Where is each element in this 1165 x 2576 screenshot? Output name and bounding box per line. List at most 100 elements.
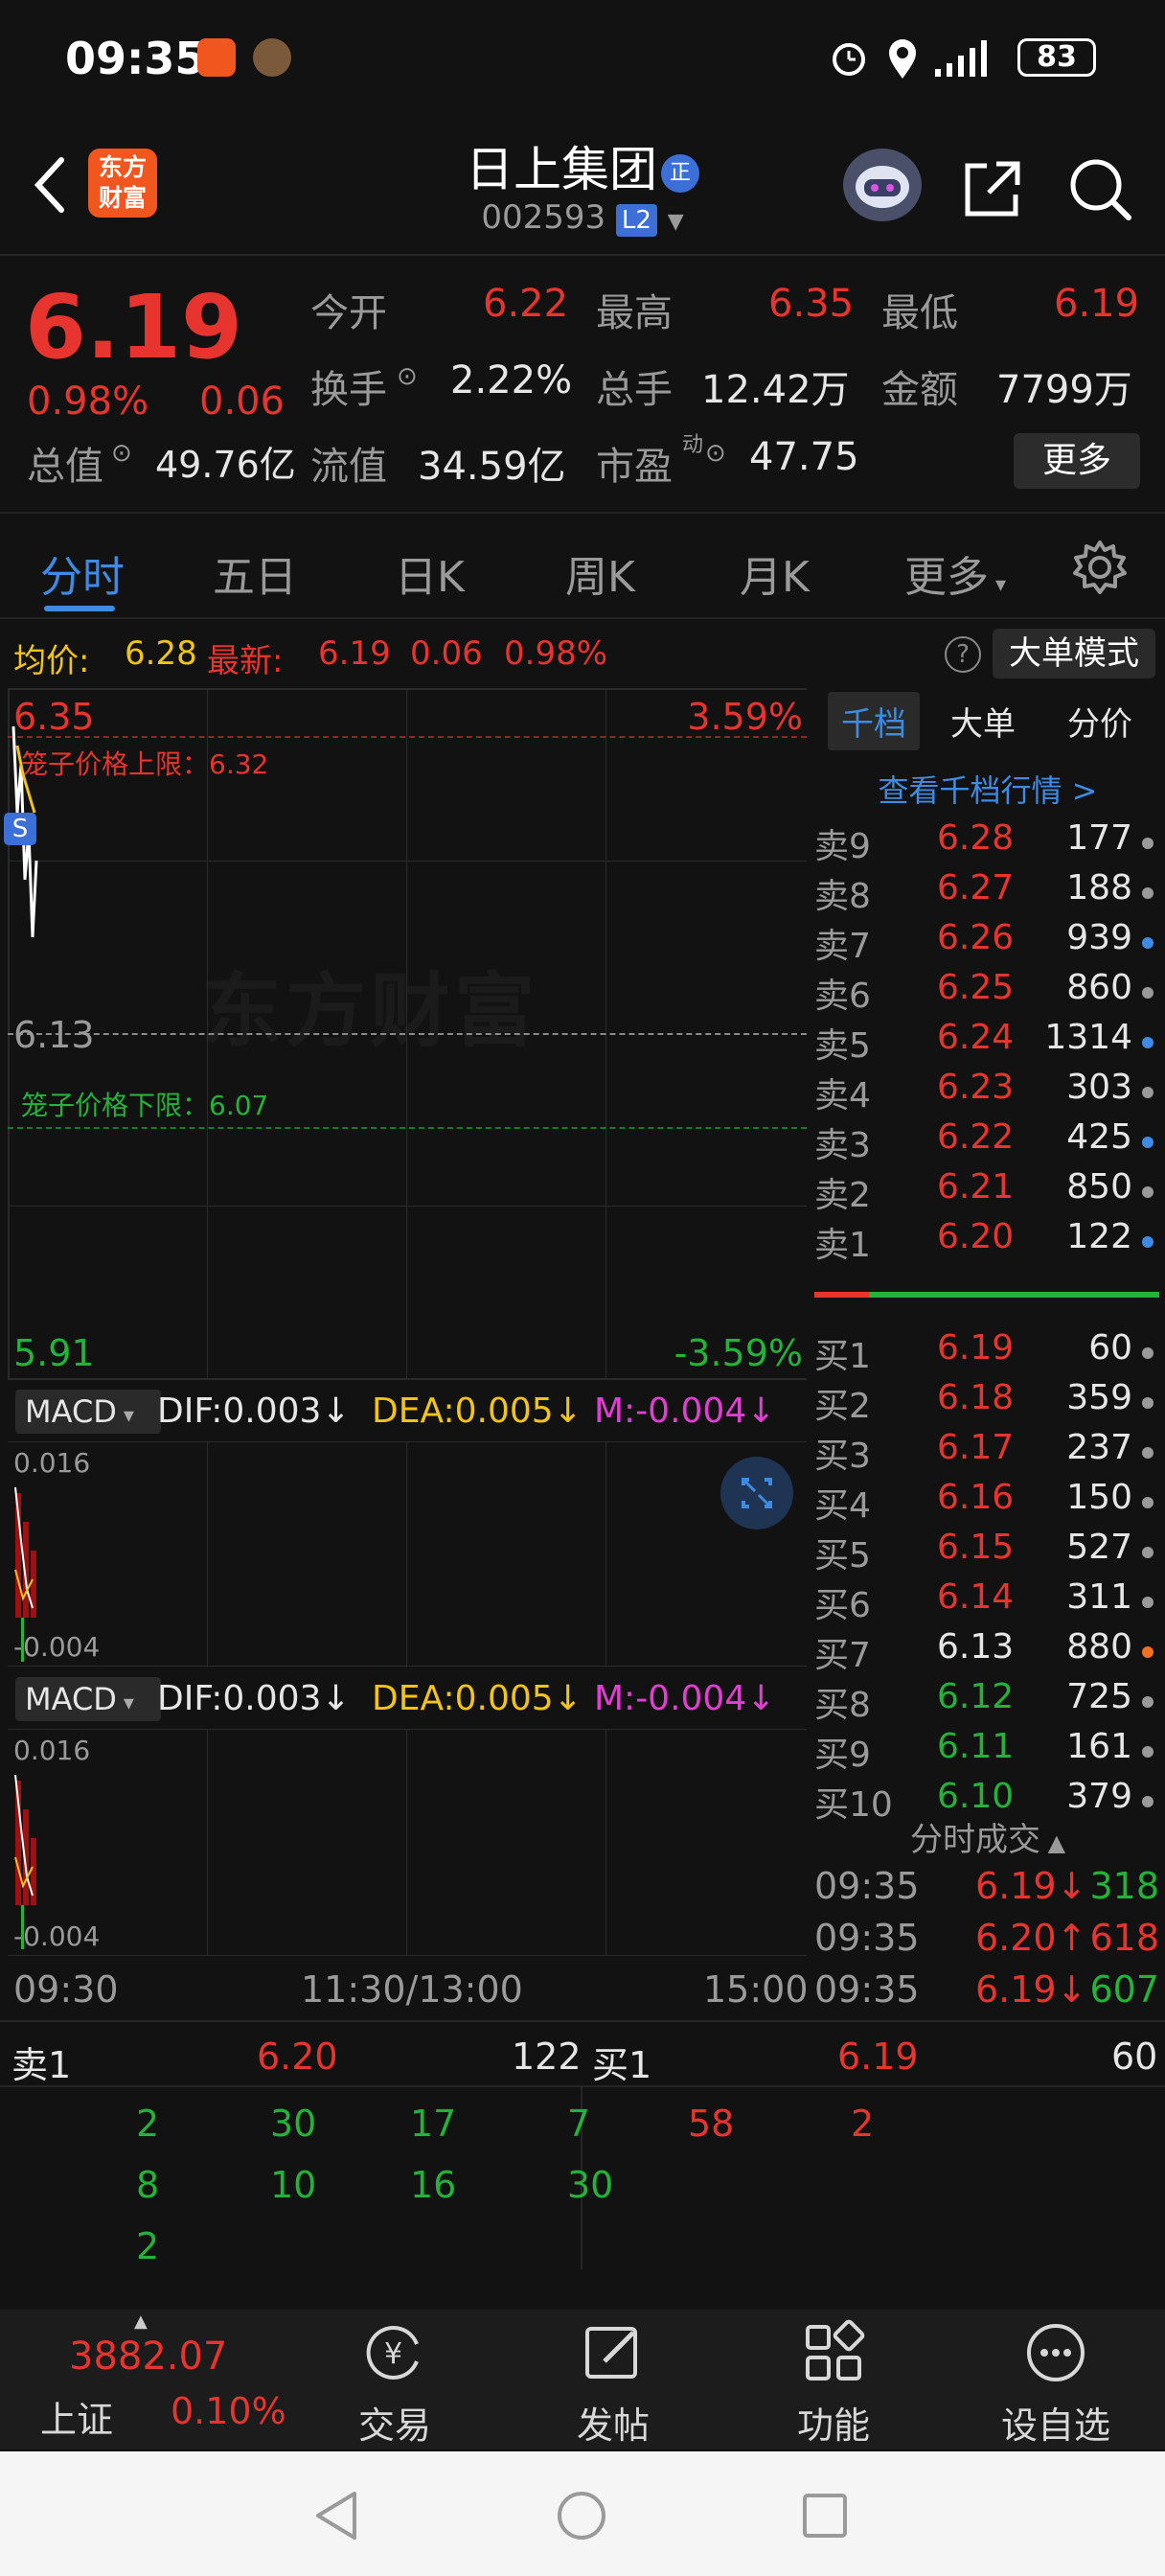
high-value: 6.35: [768, 282, 855, 326]
more-button[interactable]: 更多: [1014, 433, 1140, 489]
intraday-chart[interactable]: 东方财富 6.35 3.59% 笼子价格上限：6.32 6.13 笼子价格下限：…: [0, 688, 809, 2020]
settings-gear-icon[interactable]: [1071, 539, 1129, 596]
nav-post[interactable]: 发帖: [537, 2319, 690, 2449]
ask-row[interactable]: 卖4 6.23 303: [811, 1068, 1165, 1117]
bid-row[interactable]: 买2 6.18 359: [811, 1378, 1165, 1428]
bid-price: 6.18: [937, 1378, 1015, 1417]
bid-row[interactable]: 买6 6.14 311: [811, 1577, 1165, 1627]
tab-more[interactable]: 更多 ▾: [904, 542, 1006, 604]
tab-weekly-k[interactable]: 周K: [565, 542, 635, 604]
bid-price: 6.14: [937, 1577, 1015, 1617]
ask-level-label: 卖3: [814, 1126, 871, 1165]
bid-row[interactable]: 买9 6.11 161: [811, 1727, 1165, 1777]
bid-volume: 237: [1066, 1428, 1132, 1467]
system-back-icon[interactable]: [312, 2490, 360, 2542]
tab-thousand-levels[interactable]: 千档: [828, 692, 920, 750]
macd-indicator-select[interactable]: MACD ▾: [15, 1390, 161, 1434]
tab-daily-k[interactable]: 日K: [395, 542, 465, 604]
low-label: 最低: [881, 291, 958, 335]
sell-marker-icon[interactable]: S: [4, 813, 36, 845]
ask-row[interactable]: 卖1 6.20 122: [811, 1217, 1165, 1267]
bid-volume: 527: [1066, 1528, 1132, 1567]
bid-volume: 60: [1088, 1328, 1132, 1368]
queue-sell-label: 卖1: [11, 2044, 72, 2086]
bid-level-label: 买2: [814, 1387, 871, 1426]
status-dot-icon: [1142, 937, 1154, 949]
bid-row[interactable]: 买7 6.13 880: [811, 1627, 1165, 1677]
tick-trades-title[interactable]: 分时成交 ▲: [811, 1813, 1165, 1860]
ask-level-label: 卖9: [814, 827, 871, 866]
tick-time: 09:35: [814, 1968, 920, 2011]
ask-row[interactable]: 卖5 6.24 1314: [811, 1018, 1165, 1068]
system-recents-icon[interactable]: [801, 2492, 849, 2540]
chevron-up-icon: ▲: [134, 2312, 148, 2332]
info-icon[interactable]: ⊙: [705, 439, 726, 468]
tab-big-orders[interactable]: 大单: [950, 698, 1016, 745]
macd-indicator-select[interactable]: MACD ▾: [15, 1677, 161, 1721]
bid-volume: 150: [1066, 1478, 1132, 1517]
bid-row[interactable]: 买8 6.12 725: [811, 1677, 1165, 1727]
ask-row[interactable]: 卖7 6.26 939: [811, 918, 1165, 968]
bid-row[interactable]: 买4 6.16 150: [811, 1478, 1165, 1528]
ask-volume: 860: [1066, 968, 1132, 1007]
status-dot-icon: [1142, 1186, 1154, 1198]
bid-row[interactable]: 买1 6.19 60: [811, 1328, 1165, 1378]
ask-volume: 425: [1066, 1117, 1132, 1157]
latest-percent: 0.98%: [504, 634, 608, 673]
view-thousand-levels-link[interactable]: 查看千档行情 >: [811, 767, 1165, 811]
ask-row[interactable]: 卖9 6.28 177: [811, 818, 1165, 868]
float-cap-value: 34.59亿: [418, 445, 566, 489]
ask-row[interactable]: 卖2 6.21 850: [811, 1167, 1165, 1217]
nav-add-watchlist[interactable]: 设自选: [979, 2319, 1132, 2449]
info-icon[interactable]: ⊙: [111, 439, 132, 468]
ask-level-label: 卖4: [814, 1076, 871, 1116]
latest-change: 0.06: [410, 634, 483, 673]
search-icon[interactable]: [1065, 154, 1134, 223]
status-dot-icon: [1142, 838, 1154, 849]
ask-price: 6.25: [937, 968, 1015, 1007]
tab-price-distribution[interactable]: 分价: [1067, 698, 1132, 745]
ask-volume: 303: [1066, 1068, 1132, 1107]
bid-level-label: 买5: [814, 1536, 871, 1576]
tab-monthly-k[interactable]: 月K: [740, 542, 810, 604]
nav-functions[interactable]: 功能: [757, 2319, 910, 2449]
macd-header: MACD ▾ DIF:0.003↓ DEA:0.005↓ M:-0.004↓: [8, 1386, 807, 1436]
order-book: 千档 大单 分价 查看千档行情 > 卖9 6.28 177 卖8 6.27 188 卖7 6.…: [811, 688, 1165, 2020]
status-time: 09:35: [65, 33, 206, 84]
system-home-icon[interactable]: [556, 2490, 607, 2542]
bid-row[interactable]: 买3 6.17 237: [811, 1428, 1165, 1478]
svg-text:¥: ¥: [384, 2337, 402, 2371]
sell-queue-order: 8: [136, 2164, 160, 2206]
status-dot-icon: [1142, 1646, 1154, 1658]
big-order-mode-button[interactable]: 大单模式: [993, 629, 1155, 678]
system-nav-bar: [0, 2451, 1165, 2576]
expand-icon[interactable]: [720, 1457, 793, 1530]
market-cap-label: 总值: [27, 445, 103, 489]
ask-row[interactable]: 卖8 6.27 188: [811, 868, 1165, 918]
grid-line: [8, 1378, 807, 1380]
share-icon[interactable]: [958, 154, 1027, 223]
grid-line: [8, 688, 807, 690]
ask-price: 6.21: [937, 1167, 1015, 1207]
more-dots-icon: [1027, 2324, 1085, 2381]
stock-code: 002593: [481, 198, 606, 237]
help-icon[interactable]: ?: [945, 636, 981, 673]
robot-assistant-icon[interactable]: [843, 149, 922, 221]
edit-icon: [585, 2327, 637, 2379]
tab-five-day[interactable]: 五日: [213, 542, 297, 604]
ask-row[interactable]: 卖3 6.22 425: [811, 1117, 1165, 1167]
latest-label: 最新:: [207, 642, 284, 680]
grid-line: [207, 1729, 208, 1955]
nav-trade[interactable]: ¥ 交易: [318, 2319, 471, 2449]
index-ticker[interactable]: ▲ 3882.07 上证 0.10%: [38, 2310, 286, 2450]
tick-price: 6.20↑: [975, 1917, 1087, 1959]
ask-row[interactable]: 卖6 6.25 860: [811, 968, 1165, 1018]
chart-tabs: 分时 五日 日K 周K 月K 更多 ▾: [0, 512, 1165, 619]
battery-icon: 83: [1017, 38, 1096, 77]
watermark-text: 东方财富: [201, 964, 539, 1058]
tab-intraday[interactable]: 分时: [40, 542, 125, 604]
bid-level-label: 买4: [814, 1486, 871, 1526]
change-amount: 0.06: [199, 380, 286, 424]
info-icon[interactable]: ⊙: [397, 362, 418, 391]
bid-row[interactable]: 买5 6.15 527: [811, 1528, 1165, 1577]
